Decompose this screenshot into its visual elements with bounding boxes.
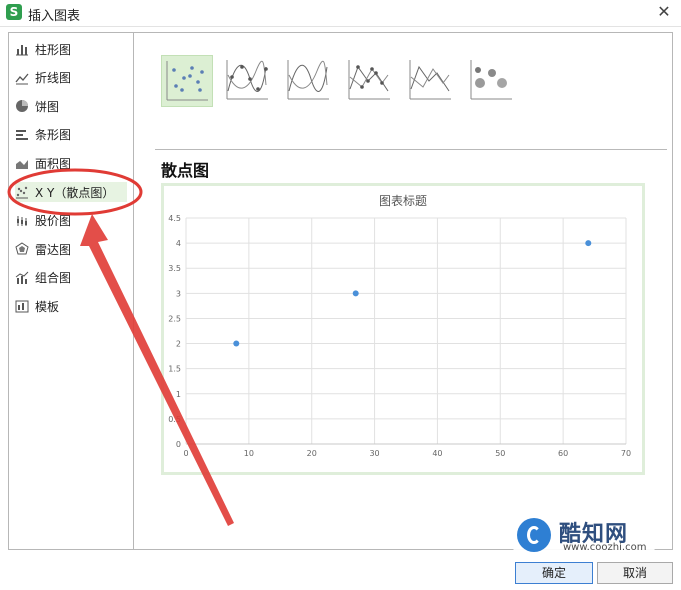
scatter-markers-icon xyxy=(166,61,208,101)
radar-chart-icon xyxy=(15,242,29,255)
y-tick-label: 4 xyxy=(176,239,181,248)
scatter-smooth-markers-icon xyxy=(226,60,268,100)
sidebar-item-label: 雷达图 xyxy=(35,242,72,257)
window-title: 插入图表 xyxy=(28,9,81,24)
scatter-straight-markers-icon xyxy=(348,60,390,100)
data-point xyxy=(585,240,592,247)
y-tick-label: 2.5 xyxy=(168,314,181,323)
bubble-icon xyxy=(470,60,512,100)
sidebar-item-label: 股价图 xyxy=(35,214,72,229)
data-point xyxy=(352,290,359,297)
sidebar-item-template[interactable]: 模板 xyxy=(15,296,127,316)
y-tick-label: 0 xyxy=(176,440,181,449)
sidebar-item-scatter-chart[interactable]: X Y（散点图） xyxy=(15,182,127,202)
line-chart-icon xyxy=(15,73,29,85)
divider xyxy=(155,149,667,150)
sidebar-item-combo-chart[interactable]: 组合图 xyxy=(15,268,127,288)
subtype-scatter-smooth-lines[interactable] xyxy=(283,55,333,105)
sidebar-item-area-chart[interactable]: 面积图 xyxy=(15,153,127,173)
close-button[interactable]: ✕ xyxy=(655,2,673,22)
scatter-chart: 0 0.5 1 1.5 2 2.5 3 3.5 4 4.5 0 10 20 30 40 50 60 70 xyxy=(168,214,631,458)
x-tick-label: 0 xyxy=(183,449,188,458)
y-tick-label: 3 xyxy=(176,289,181,298)
subtype-scatter-straight-markers[interactable] xyxy=(344,55,394,105)
wps-spreadsheet-icon: S xyxy=(6,4,22,20)
watermark-logo-icon xyxy=(517,518,551,552)
sidebar-item-horizontal-bar-chart[interactable]: 条形图 xyxy=(15,125,127,145)
y-tick-label: 0.5 xyxy=(168,415,181,424)
sidebar-item-radar-chart[interactable]: 雷达图 xyxy=(15,239,127,259)
y-tick-label: 4.5 xyxy=(168,214,181,223)
watermark-url: www.coozhi.com xyxy=(563,542,647,553)
dialog-body: 柱形图 折线图 饼图 条形图 面积图 X Y（散点图） 股价图 雷达图 组合图 模板 散点图 图表… xyxy=(8,32,673,550)
bar-chart-icon xyxy=(16,45,28,56)
subtype-scatter-smooth-markers[interactable] xyxy=(222,55,272,105)
data-point xyxy=(233,340,240,347)
sidebar-item-stock-chart[interactable]: 股价图 xyxy=(15,211,127,231)
sidebar-item-label: 饼图 xyxy=(35,99,60,114)
horizontal-bar-chart-icon xyxy=(16,129,28,140)
combo-chart-icon xyxy=(15,271,29,284)
y-tick-label: 2 xyxy=(176,340,181,349)
y-tick-label: 3.5 xyxy=(168,264,181,273)
template-icon xyxy=(15,300,29,313)
cancel-button[interactable]: 取消 xyxy=(597,562,673,584)
sidebar-item-line-chart[interactable]: 折线图 xyxy=(15,68,127,88)
y-tick-label: 1 xyxy=(176,390,181,399)
subtype-bubble[interactable] xyxy=(466,55,516,105)
sidebar-item-label: 面积图 xyxy=(35,156,72,171)
y-tick-label: 1.5 xyxy=(168,365,181,374)
scatter-chart-icon xyxy=(16,186,28,199)
sidebar-item-bar-chart[interactable]: 柱形图 xyxy=(15,39,127,59)
chart-type-sidebar: 柱形图折线图饼图条形图面积图 X Y（散点图） 股价图雷达图组合图模板 xyxy=(9,33,134,549)
subtype-scatter-straight-lines[interactable] xyxy=(405,55,455,105)
x-tick-label: 60 xyxy=(558,449,568,458)
section-title: 散点图 xyxy=(161,161,210,180)
x-tick-label: 30 xyxy=(369,449,379,458)
x-tick-label: 50 xyxy=(495,449,505,458)
sidebar-item-label: 条形图 xyxy=(35,128,72,143)
sidebar-item-label: X Y（散点图） xyxy=(35,185,115,200)
sidebar-item-label: 组合图 xyxy=(35,271,72,286)
chart-preview: 图表标题 0 0.5 1 1.5 2 2.5 3 3.5 4 4.5 0 10 20 30 40 50 60 70 xyxy=(161,183,645,475)
area-chart-icon xyxy=(16,160,28,170)
x-tick-label: 40 xyxy=(432,449,442,458)
sidebar-item-label: 折线图 xyxy=(35,71,72,86)
title-bar: S 插入图表 ✕ xyxy=(0,0,681,27)
scatter-straight-lines-icon xyxy=(409,60,451,100)
sidebar-item-label: 柱形图 xyxy=(35,42,72,57)
sidebar-item-label: 模板 xyxy=(35,299,60,314)
pie-chart-icon xyxy=(16,100,28,113)
subtype-scatter-markers[interactable] xyxy=(161,55,213,107)
sidebar-item-pie-chart[interactable]: 饼图 xyxy=(15,96,127,116)
scatter-smooth-lines-icon xyxy=(287,60,329,100)
x-tick-label: 10 xyxy=(244,449,254,458)
ok-button[interactable]: 确定 xyxy=(515,562,593,584)
watermark: 酷知网 www.coozhi.com xyxy=(507,512,661,556)
x-tick-label: 70 xyxy=(621,449,631,458)
stock-chart-icon xyxy=(17,215,27,226)
x-tick-label: 20 xyxy=(307,449,317,458)
